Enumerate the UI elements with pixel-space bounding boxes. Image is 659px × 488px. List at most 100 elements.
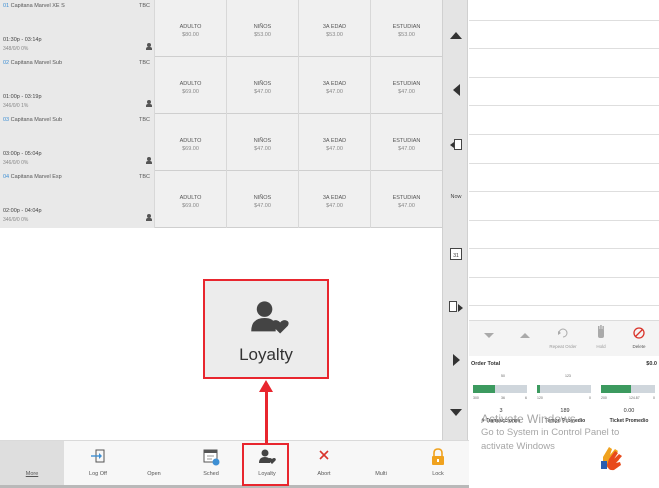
ticket-price-button[interactable]: ADULTO $69.00	[155, 57, 227, 114]
ticket-price-button[interactable]: 3A EDAD $47.00	[299, 57, 371, 114]
ticket-price: $47.00	[398, 146, 415, 152]
open-button[interactable]: Open	[125, 441, 183, 485]
ticket-type: 3A EDAD	[322, 195, 347, 201]
kpi-gauge: 200 124.87 0 0.00 Ticket Promedio	[599, 372, 659, 424]
ticket-price-button[interactable]: ESTUDIAN $47.00	[371, 114, 443, 171]
showtime-status: TBC	[139, 3, 150, 9]
showtime-time: 01:30p - 03:14p	[3, 37, 42, 43]
hand-icon	[598, 325, 604, 338]
abort-button[interactable]: Abort	[295, 441, 353, 485]
showtime-time: 01:00p - 03:19p	[3, 94, 42, 100]
showtime-title: 01 Capitana Marvel XE S	[3, 3, 65, 9]
loyalty-callout: Loyalty	[203, 279, 329, 379]
down-arrow-icon	[484, 333, 494, 338]
previous-page-button[interactable]	[443, 130, 469, 160]
previous-button[interactable]	[443, 75, 469, 105]
loyalty-icon	[251, 301, 289, 334]
ticket-type: NIÑOS	[253, 81, 272, 87]
ticket-type: ADULTO	[179, 138, 202, 144]
order-total-value: $0.0	[646, 361, 657, 367]
showtime-info[interactable]: 02 Capitana Marvel Sub TBC 01:00p - 03:19p…	[0, 57, 155, 114]
next-button[interactable]	[443, 345, 469, 375]
ticket-price: $53.00	[398, 32, 415, 38]
lock-icon	[432, 448, 444, 465]
showtime-info[interactable]: 04 Capitana Marvel Esp TBC 02:00p - 04:04p…	[0, 171, 155, 228]
ticket-price-button[interactable]: NIÑOS $47.00	[227, 114, 299, 171]
next-page-button[interactable]	[443, 292, 469, 322]
ticket-type: ESTUDIAN	[392, 138, 421, 144]
ticket-price-button[interactable]: NIÑOS $53.00	[227, 0, 299, 57]
repeat-order-button[interactable]: Repeat Order	[547, 321, 579, 357]
ticket-type: ADULTO	[179, 24, 202, 30]
ticket-type: NIÑOS	[253, 24, 272, 30]
ticket-type: 3A EDAD	[322, 24, 347, 30]
ticket-price-button[interactable]: NIÑOS $47.00	[227, 171, 299, 228]
ticket-type: 3A EDAD	[322, 138, 347, 144]
scroll-up-button[interactable]	[443, 20, 469, 50]
showtime-status: TBC	[139, 174, 150, 180]
delete-button[interactable]: Delete	[623, 321, 655, 357]
bottom-toolbar: More Log Off Open Sched Loyalty Abort Mu…	[0, 440, 469, 488]
ticket-price-button[interactable]: ESTUDIAN $53.00	[371, 0, 443, 57]
ticket-type: NIÑOS	[253, 195, 272, 201]
showtime-row[interactable]: 03 Capitana Marvel Sub TBC 03:00p - 05:04p…	[0, 114, 443, 171]
next-page-icon	[449, 301, 463, 313]
left-arrow-icon	[452, 84, 460, 96]
showtime-time: 03:00p - 05:04p	[3, 151, 42, 157]
calendar-button[interactable]: 31	[443, 239, 469, 269]
ticket-price-button[interactable]: NIÑOS $47.00	[227, 57, 299, 114]
pin-icon	[146, 214, 152, 222]
ticket-price-button[interactable]: ADULTO $69.00	[155, 114, 227, 171]
kpi-gauge: 50 300 36 6 3 # Transacciones	[471, 372, 531, 424]
clapping-hands-icon	[601, 447, 622, 471]
showtime-capacity: 346/0/0 0%	[3, 217, 29, 223]
ticket-price-button[interactable]: 3A EDAD $47.00	[299, 114, 371, 171]
ticket-type: 3A EDAD	[322, 81, 347, 87]
showtime-row[interactable]: 02 Capitana Marvel Sub TBC 01:00p - 03:19p…	[0, 57, 443, 114]
showtime-capacity: 346/0/0 0%	[3, 160, 29, 166]
showtime-status: TBC	[139, 60, 150, 66]
gauge-fill	[473, 385, 495, 393]
ticket-type: ESTUDIAN	[392, 81, 421, 87]
multi-button[interactable]: Multi	[352, 441, 410, 485]
ticket-price-button[interactable]: ESTUDIAN $47.00	[371, 57, 443, 114]
log-off-button[interactable]: Log Off	[69, 441, 127, 485]
ticket-price-button[interactable]: 3A EDAD $53.00	[299, 0, 371, 57]
ticket-price-button[interactable]: ADULTO $80.00	[155, 0, 227, 57]
ticket-type: ADULTO	[179, 195, 202, 201]
gauge-target: 50	[501, 374, 505, 378]
kpi-gauge: 123 120 0 189 Tempo Promedio	[535, 372, 595, 424]
down-arrow-icon	[450, 408, 462, 416]
showtime-info[interactable]: 03 Capitana Marvel Sub TBC 03:00p - 05:04p…	[0, 114, 155, 171]
showtime-row[interactable]: 04 Capitana Marvel Esp TBC 02:00p - 04:04p…	[0, 171, 443, 228]
showtime-title: 03 Capitana Marvel Sub	[3, 117, 63, 123]
callout-label: Loyalty	[239, 345, 293, 364]
gauge-fill	[537, 385, 540, 393]
ticket-price-button[interactable]: ESTUDIAN $47.00	[371, 171, 443, 228]
pin-icon	[146, 43, 152, 51]
now-button[interactable]: Now	[443, 182, 469, 212]
showtime-row[interactable]: 01 Capitana Marvel XE S TBC 01:30p - 03:14…	[0, 0, 443, 57]
pin-icon	[146, 100, 152, 108]
hold-button[interactable]: Hold	[585, 321, 617, 357]
previous-page-icon	[450, 139, 462, 151]
ticket-price: $47.00	[254, 89, 271, 95]
ticket-price-button[interactable]: ADULTO $69.00	[155, 171, 227, 228]
calendar-icon: 31	[450, 248, 462, 260]
showtime-status: TBC	[139, 117, 150, 123]
order-scroll-down-button[interactable]	[473, 321, 505, 357]
more-button[interactable]: More	[0, 441, 64, 485]
showtime-info[interactable]: 01 Capitana Marvel XE S TBC 01:30p - 03:14…	[0, 0, 155, 57]
lock-button[interactable]: Lock	[409, 441, 467, 485]
ticket-price: $47.00	[326, 89, 343, 95]
ticket-price-button[interactable]: 3A EDAD $47.00	[299, 171, 371, 228]
delete-icon	[633, 327, 645, 339]
order-scroll-up-button[interactable]	[509, 321, 541, 357]
right-arrow-icon	[452, 354, 460, 366]
ticket-price: $53.00	[326, 32, 343, 38]
showtime-capacity: 348/0/0 0%	[3, 46, 29, 52]
schedule-button[interactable]: Sched	[182, 441, 240, 485]
ticket-price: $80.00	[182, 32, 199, 38]
order-panel: Repeat Order Hold Delete Order Total $0.…	[469, 0, 659, 471]
scroll-down-button[interactable]	[443, 397, 469, 427]
